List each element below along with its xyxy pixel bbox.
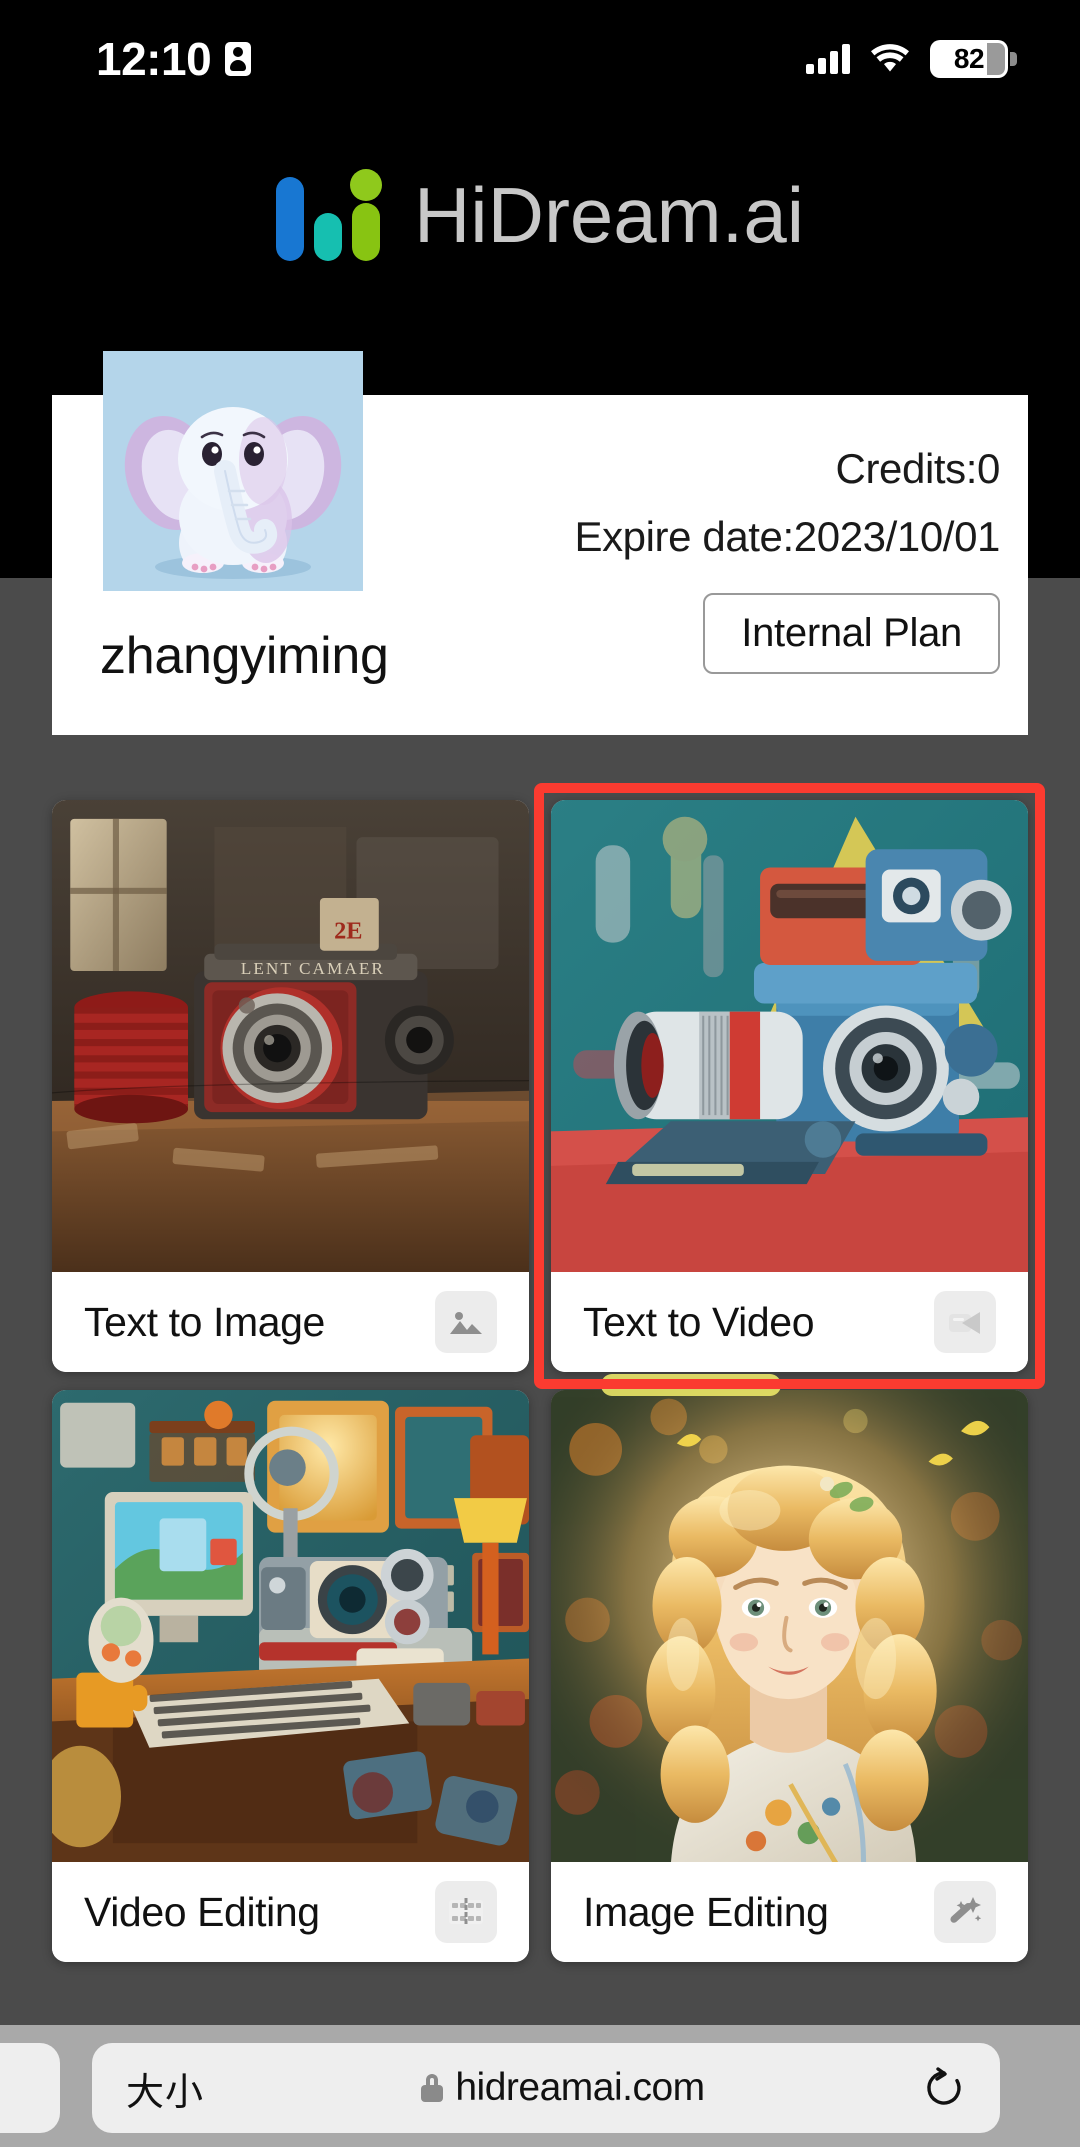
- video-camera-icon: [934, 1291, 996, 1353]
- feature-label-video-editing: Video Editing: [84, 1888, 320, 1935]
- feature-card-bar: Text to Video: [551, 1272, 1028, 1372]
- expire-date-text: Expire date:2023/10/01: [574, 513, 1000, 560]
- feature-card-bar: Video Editing: [52, 1862, 529, 1962]
- yellow-highlight-mark: [601, 1374, 781, 1396]
- brand-name: HiDream.ai: [413, 171, 805, 259]
- thumbnail-vintage-camera: LENT CAMAER 2E: [52, 800, 529, 1272]
- status-bar: 12:10 82: [0, 0, 1080, 118]
- cellular-signal-icon: [806, 44, 850, 74]
- credits-text: Credits:0: [835, 445, 1001, 492]
- status-time: 12:10: [96, 33, 212, 85]
- url-bar[interactable]: 大小 hidreamai.com: [92, 2043, 1000, 2133]
- feature-card-text-to-video[interactable]: Text to Video: [551, 800, 1028, 1372]
- feature-label-image-editing: Image Editing: [583, 1888, 829, 1935]
- thumbnail-desk-workspace: [52, 1390, 529, 1862]
- lock-icon: [421, 2074, 444, 2102]
- username: zhangyiming: [100, 627, 389, 685]
- feature-card-wrap-text-to-video: Text to Video: [534, 783, 1045, 1389]
- feature-label-text-to-image: Text to Image: [84, 1298, 325, 1345]
- svg-text:LENT CAMAER: LENT CAMAER: [241, 959, 385, 978]
- feature-card-text-to-image[interactable]: LENT CAMAER 2E Text to Image: [52, 800, 529, 1372]
- feature-grid: LENT CAMAER 2E Text to Image Text to Vid…: [52, 783, 1045, 1962]
- screen-record-icon: [225, 42, 252, 76]
- url-text: hidreamai.com: [455, 2066, 705, 2109]
- elephant-avatar[interactable]: [103, 351, 363, 591]
- phone-screen: 12:10 82 HiDream.ai zhangyiming Credits:…: [0, 0, 1080, 2147]
- app-brand-header: HiDream.ai: [0, 155, 1080, 275]
- feature-card-image-editing[interactable]: Image Editing: [551, 1390, 1028, 1962]
- status-bar-right: 82: [806, 40, 1008, 78]
- svg-text:2E: 2E: [334, 918, 362, 945]
- account-info: Credits:0 Expire date:2023/10/01 Interna…: [574, 445, 1000, 674]
- feature-card-wrap-text-to-image: LENT CAMAER 2E Text to Image: [52, 800, 529, 1372]
- magic-wand-icon: [934, 1881, 996, 1943]
- film-strip-icon: [435, 1881, 497, 1943]
- feature-label-text-to-video: Text to Video: [583, 1298, 815, 1345]
- feature-card-wrap-video-editing: Video Editing: [52, 1390, 529, 1962]
- status-bar-left: 12:10: [96, 32, 252, 86]
- feature-card-video-editing[interactable]: Video Editing: [52, 1390, 529, 1962]
- internal-plan-button[interactable]: Internal Plan: [703, 593, 1000, 674]
- battery-level: 82: [953, 43, 985, 74]
- photo-icon: [435, 1291, 497, 1353]
- thumbnail-portrait: [551, 1390, 1028, 1862]
- reload-icon[interactable]: [922, 2066, 966, 2110]
- battery-icon: 82: [930, 40, 1008, 78]
- browser-bottom-bar: 大小 hidreamai.com: [0, 2025, 1080, 2147]
- url-center[interactable]: hidreamai.com: [204, 2066, 922, 2110]
- wifi-icon: [870, 44, 910, 74]
- feature-card-bar: Image Editing: [551, 1862, 1028, 1962]
- thumbnail-toy-camera: [551, 800, 1028, 1272]
- hidream-bars-logo-icon: [275, 169, 384, 261]
- text-size-button[interactable]: 大小: [126, 2061, 204, 2116]
- feature-card-wrap-image-editing: Image Editing: [551, 1374, 1028, 1962]
- adjacent-tab-stub[interactable]: [0, 2043, 60, 2133]
- feature-card-bar: Text to Image: [52, 1272, 529, 1372]
